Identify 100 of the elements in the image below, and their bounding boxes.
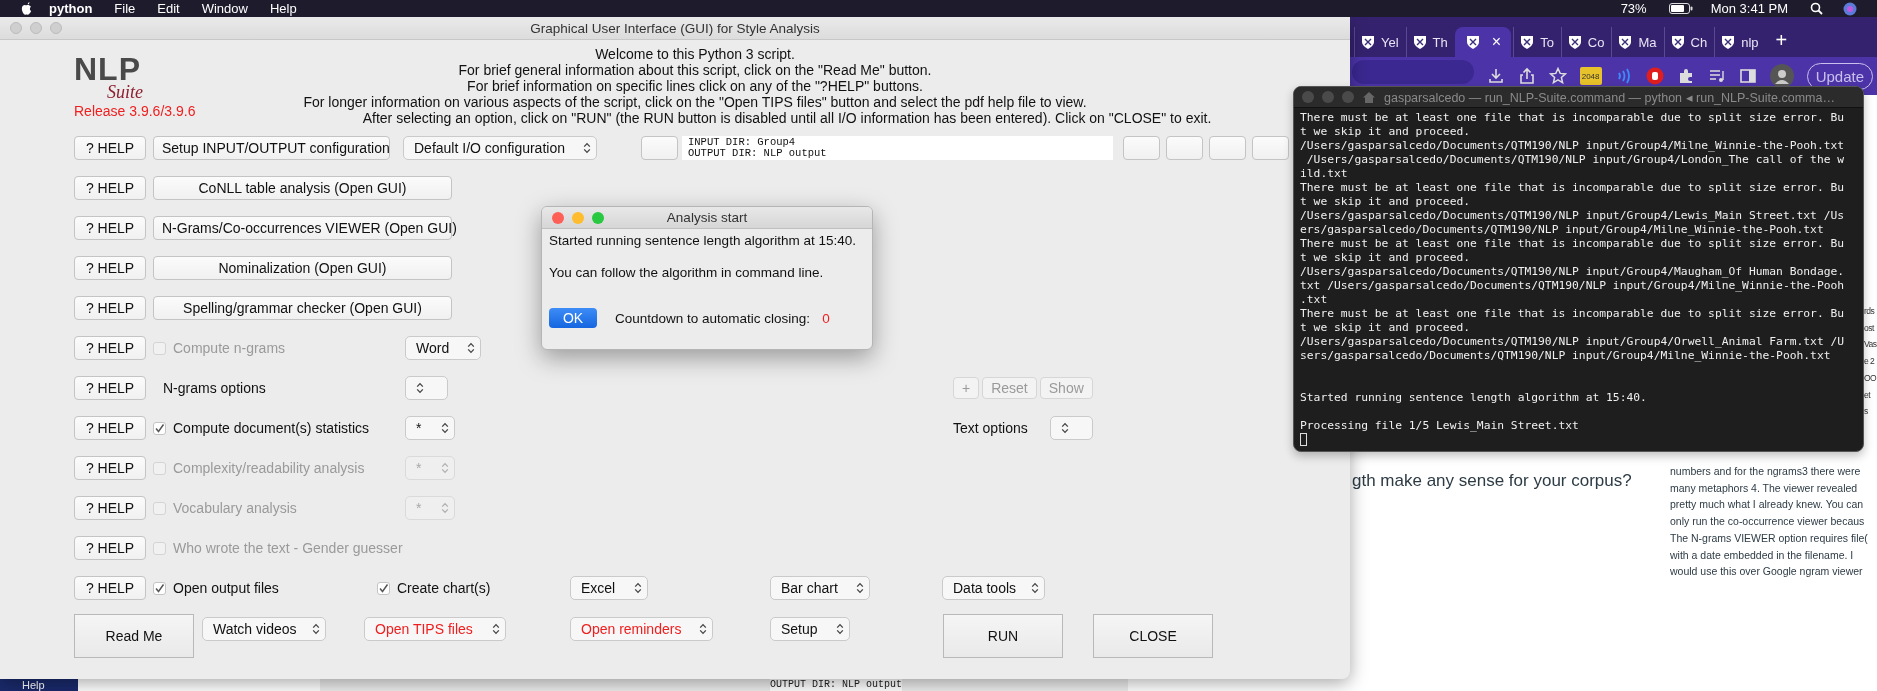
blank-button[interactable] — [641, 136, 678, 160]
checkbox-label: Create chart(s) — [397, 580, 491, 596]
cut-text: Vas — [1864, 338, 1877, 352]
apple-icon[interactable] — [20, 1, 33, 16]
playlist-icon[interactable] — [1707, 67, 1726, 85]
orb-icon[interactable] — [1843, 1, 1857, 16]
sidebar-icon[interactable] — [1738, 67, 1757, 85]
checkbox[interactable] — [153, 581, 166, 595]
dropdown[interactable]: Watch videos — [202, 617, 326, 641]
chevron-icon — [856, 582, 864, 594]
blank-button[interactable] — [1209, 136, 1246, 160]
close-button[interactable] — [1302, 91, 1314, 103]
read-me-button[interactable]: Read Me — [74, 614, 194, 658]
dropdown[interactable]: Bar chart — [770, 576, 870, 600]
help-button[interactable]: ? HELP — [74, 256, 146, 280]
dropdown[interactable] — [1050, 416, 1093, 440]
ok-button[interactable]: OK — [549, 308, 597, 328]
instruction-text: After selecting an option, click on "RUN" (the RUN button is disabled until all I/O information has been entered). Click on "CLOSE" to exit. — [362, 110, 1212, 126]
terminal-line: /Users/gasparsalcedo/Documents/QTM190/NLP input/Group4/Orwell_Animal Farm.txt /U — [1300, 335, 1845, 349]
checkbox-label: Compute n-grams — [173, 340, 286, 356]
checkbox-label: Open output files — [173, 580, 279, 596]
release-text: Release 3.9.6/3.9.6 — [74, 103, 196, 119]
cut-text: e 2 — [1864, 355, 1876, 369]
address-bar[interactable] — [1352, 60, 1474, 84]
terminal-line: /Users/gasparsalcedo/Documents/QTM190/NLP input/Group4/London_The call of the w — [1305, 153, 1845, 167]
terminal-line: /Users/gasparsalcedo/Documents/QTM190/NLP input/Group4/Maugham_Of Human Bondage. — [1300, 265, 1845, 279]
chevron-icon — [441, 422, 449, 434]
star-icon[interactable] — [1548, 67, 1567, 85]
io-display: INPUT DIR: Group4 OUTPUT DIR: NLP output — [682, 136, 1113, 160]
help-button[interactable]: ? HELP — [74, 416, 146, 440]
checkbox[interactable] — [153, 421, 166, 435]
menu-item[interactable]: python — [49, 1, 93, 16]
help-button[interactable]: ? HELP — [74, 136, 146, 160]
search-icon[interactable] — [1810, 2, 1823, 15]
window-title: Graphical User Interface (GUI) for Style Analysis — [530, 20, 820, 36]
checkbox-label: Who wrote the text - Gender guesser — [173, 540, 403, 556]
chevron-icon — [492, 623, 500, 635]
battery-icon[interactable] — [1668, 3, 1693, 14]
open-gui-button[interactable]: Spelling/grammar checker (Open GUI) — [153, 296, 452, 320]
chevron-icon — [1031, 582, 1039, 594]
help-button[interactable]: ? HELP — [74, 216, 146, 240]
help-tile[interactable]: Help — [0, 679, 78, 691]
blank-button[interactable] — [1252, 136, 1289, 160]
close-button[interactable] — [10, 22, 22, 34]
minimize-button[interactable] — [1322, 91, 1334, 103]
site-icon — [1566, 34, 1583, 50]
dropdown[interactable]: Default I/O configuration — [403, 136, 597, 160]
help-button[interactable]: ? HELP — [74, 176, 146, 200]
countdown-label: Countdown to automatic closing: — [615, 310, 811, 326]
dropdown[interactable]: Open TIPS files — [364, 617, 506, 641]
question-heading: gth make any sense for your corpus? — [1352, 471, 1632, 491]
help-button[interactable]: ? HELP — [74, 296, 146, 320]
minimize-button[interactable] — [30, 22, 42, 34]
site-icon — [1411, 34, 1428, 50]
dropdown[interactable]: Data tools — [942, 576, 1045, 600]
dialog-title: Analysis start — [666, 210, 748, 225]
help-button[interactable]: ? HELP — [74, 576, 146, 600]
download-icon[interactable] — [1486, 67, 1505, 85]
chevron-icon — [699, 623, 707, 635]
open-gui-button[interactable]: Nominalization (Open GUI) — [153, 256, 452, 280]
menu-item[interactable]: Edit — [157, 1, 180, 16]
close-button[interactable]: CLOSE — [1093, 614, 1213, 658]
terminal-line: There must be at least one file that is incomparable due to split size error. Bu — [1300, 237, 1845, 251]
chevron-icon — [441, 462, 449, 474]
minimize-button[interactable] — [572, 211, 584, 224]
zoom-button[interactable] — [50, 22, 62, 34]
dropdown[interactable]: * — [405, 416, 455, 440]
menu-item[interactable]: Help — [269, 1, 297, 16]
dropdown[interactable]: Excel — [570, 576, 648, 600]
terminal-line: There must be at least one file that is incomparable due to split size error. Bu — [1300, 307, 1845, 321]
terminal-line: /Users/gasparsalcedo/Documents/QTM190/NLP input/Group4/Lewis_Main Street.txt /Us — [1300, 209, 1845, 223]
open-gui-button[interactable]: CoNLL table analysis (Open GUI) — [153, 176, 452, 200]
run-button[interactable]: RUN — [943, 614, 1063, 658]
hand-icon[interactable] — [1645, 67, 1664, 85]
browser-tab[interactable]: × — [1454, 27, 1512, 57]
cut-text: s — [1864, 405, 1869, 419]
dropdown[interactable]: Setup — [770, 617, 850, 641]
help-button[interactable]: ? HELP — [74, 376, 146, 400]
extension-badge[interactable]: 2048 — [1579, 67, 1602, 85]
share-icon[interactable] — [1517, 67, 1536, 85]
checkbox[interactable] — [377, 581, 390, 595]
menu-clock[interactable]: Mon 3:41 PM — [1710, 1, 1788, 16]
dropdown[interactable] — [405, 376, 448, 400]
site-icon — [1617, 34, 1634, 50]
blank-button[interactable] — [1123, 136, 1160, 160]
chevron-icon — [1061, 422, 1069, 434]
text-options-label: Text options — [953, 420, 1029, 436]
dropdown[interactable]: Open reminders — [570, 617, 713, 641]
terminal-line: t we skip it and proceed. — [1300, 125, 1471, 139]
new-tab-button[interactable]: + — [1775, 28, 1788, 52]
setup-button[interactable]: Setup INPUT/OUTPUT configuration — [153, 136, 390, 160]
close-button[interactable] — [552, 211, 564, 224]
cut-text: OO — [1864, 371, 1877, 385]
menu-item[interactable]: Window — [201, 1, 248, 16]
blank-button[interactable] — [1166, 136, 1203, 160]
zoom-button[interactable] — [592, 211, 604, 224]
zoom-button[interactable] — [1342, 91, 1354, 103]
battery-percent: 73% — [1620, 1, 1647, 16]
avatar-icon[interactable] — [1769, 64, 1794, 88]
menu-item[interactable]: File — [114, 1, 136, 16]
